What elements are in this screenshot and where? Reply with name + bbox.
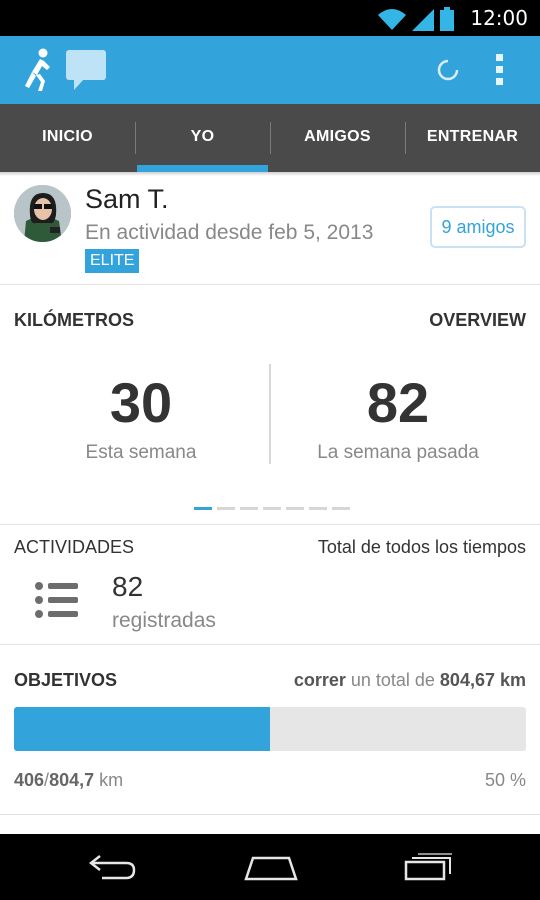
page-dot[interactable] bbox=[240, 507, 258, 510]
page-dot[interactable] bbox=[217, 507, 235, 510]
member-since: En actividad desde feb 5, 2013 bbox=[85, 221, 374, 244]
this-week-label: Esta semana bbox=[85, 442, 197, 463]
page-dot[interactable] bbox=[309, 507, 327, 510]
divider bbox=[0, 644, 540, 645]
divider bbox=[0, 524, 540, 525]
last-week-stat[interactable]: 82 La semana pasada bbox=[263, 370, 533, 464]
kilometers-title: KILÓMETROS bbox=[14, 310, 134, 330]
goal-done: 406 bbox=[14, 770, 45, 790]
goal-target: 804,7 bbox=[49, 770, 95, 790]
goals-title: OBJETIVOS bbox=[14, 670, 118, 690]
goal-progress-fill bbox=[14, 707, 270, 751]
goal-progress-text: 406/804,7 km bbox=[14, 770, 123, 791]
tab-entrenar[interactable]: ENTRENAR bbox=[405, 104, 540, 172]
profile-header: Sam T. En actividad desde feb 5, 2013 EL… bbox=[0, 176, 540, 284]
status-icons bbox=[378, 5, 454, 31]
goal-unit: km bbox=[94, 770, 124, 790]
home-icon[interactable] bbox=[243, 852, 299, 882]
signal-icon bbox=[412, 9, 434, 31]
list-icon bbox=[35, 582, 78, 618]
chat-bubble-icon[interactable] bbox=[64, 48, 108, 92]
elite-badge: ELITE bbox=[85, 249, 140, 273]
status-bar: 12:00 bbox=[0, 0, 540, 36]
overflow-menu-icon[interactable] bbox=[492, 52, 508, 88]
goal-progress-bar bbox=[14, 707, 526, 751]
friends-button[interactable]: 9 amigos bbox=[430, 206, 526, 248]
goal-percent: 50 % bbox=[484, 770, 526, 790]
tab-amigos[interactable]: AMIGOS bbox=[270, 104, 405, 172]
avatar[interactable] bbox=[14, 185, 71, 242]
overview-button[interactable]: OVERVIEW bbox=[429, 310, 526, 331]
recent-apps-icon[interactable] bbox=[404, 852, 454, 882]
last-week-value: 82 bbox=[366, 371, 430, 434]
goal-description: correr un total de 804,67 km bbox=[294, 670, 526, 691]
tab-yo[interactable]: YO bbox=[135, 104, 270, 172]
action-bar bbox=[0, 36, 540, 104]
tab-inicio[interactable]: INICIO bbox=[0, 104, 135, 172]
page-dot[interactable] bbox=[263, 507, 281, 510]
status-time: 12:00 bbox=[470, 6, 528, 30]
page-indicator[interactable] bbox=[194, 507, 350, 510]
profile-name: Sam T. bbox=[85, 184, 169, 214]
activities-label: registradas bbox=[112, 609, 216, 632]
page-dot[interactable] bbox=[286, 507, 304, 510]
avatar-photo-icon bbox=[14, 185, 71, 242]
tab-bar: INICIO YO AMIGOS ENTRENAR bbox=[0, 104, 540, 172]
navigation-bar bbox=[0, 834, 540, 900]
divider bbox=[0, 284, 540, 285]
runner-logo-icon[interactable] bbox=[20, 48, 54, 92]
divider bbox=[0, 814, 540, 815]
activities-count: 82 bbox=[112, 571, 144, 602]
activities-range[interactable]: Total de todos los tiempos bbox=[318, 537, 526, 558]
back-icon[interactable] bbox=[88, 852, 138, 882]
this-week-value: 30 bbox=[109, 371, 173, 434]
refresh-spinner-icon[interactable] bbox=[436, 58, 460, 82]
last-week-label: La semana pasada bbox=[317, 442, 479, 463]
battery-icon bbox=[440, 7, 454, 31]
goal-target-total: 804,67 km bbox=[439, 670, 526, 690]
page-dot[interactable] bbox=[332, 507, 350, 510]
this-week-stat[interactable]: 30 Esta semana bbox=[6, 370, 276, 464]
wifi-icon bbox=[378, 9, 406, 30]
goal-verb: correr bbox=[293, 670, 346, 690]
activities-title: ACTIVIDADES bbox=[14, 537, 135, 557]
page-dot[interactable] bbox=[194, 507, 212, 510]
goal-middle: un total de bbox=[345, 670, 440, 690]
